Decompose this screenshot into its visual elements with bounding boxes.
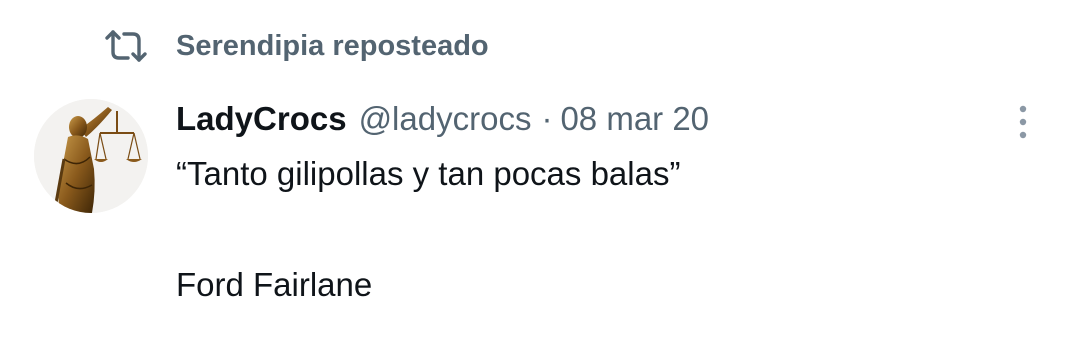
tweet-header: LadyCrocs @ladycrocs · 08 mar 20 — [176, 96, 709, 142]
lady-justice-avatar — [34, 99, 148, 213]
more-vertical-icon — [1019, 105, 1027, 139]
tweet-text-line: “Tanto gilipollas y tan pocas balas” — [176, 155, 681, 192]
user-handle[interactable]: @ladycrocs — [359, 100, 532, 138]
repost-icon — [104, 28, 148, 64]
separator-dot: · — [541, 100, 553, 137]
avatar[interactable] — [34, 99, 148, 213]
repost-label[interactable]: Serendipia reposteado — [176, 30, 489, 63]
more-options-button[interactable] — [1006, 100, 1040, 144]
tweet-date[interactable]: 08 mar 20 — [560, 100, 709, 138]
display-name[interactable]: LadyCrocs — [176, 100, 347, 138]
tweet-text-line: Ford Fairlane — [176, 266, 373, 303]
repost-header: Serendipia reposteado — [104, 26, 489, 66]
